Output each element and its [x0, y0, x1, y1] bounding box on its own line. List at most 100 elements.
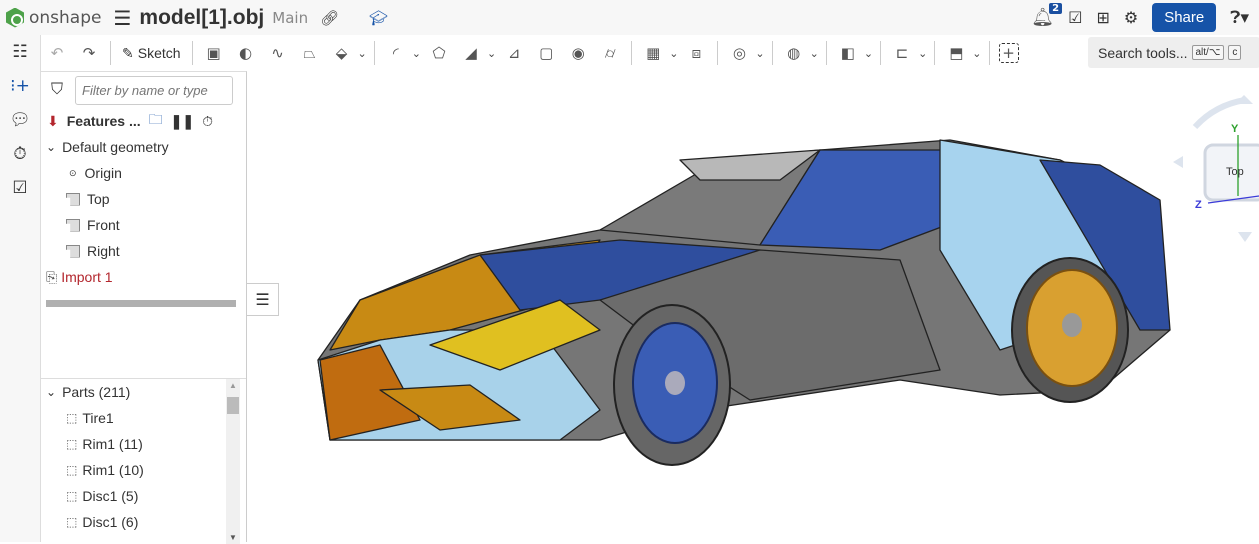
tree-item-front[interactable]: Front [41, 212, 246, 238]
add-custom-feature-icon[interactable]: + [998, 43, 1019, 63]
draft-icon[interactable]: ◢ [459, 41, 483, 65]
chevron-down-icon[interactable]: ⌄ [810, 47, 819, 60]
separator [988, 41, 990, 65]
app-store-icon[interactable]: ⊞ [1096, 8, 1109, 27]
sketch-button[interactable]: ✎ Sketch [116, 45, 187, 62]
thicken-icon[interactable]: ⬙ [330, 41, 354, 65]
search-tools-button[interactable]: Search tools... alt/⌥ c [1088, 37, 1259, 68]
filter-input[interactable] [75, 75, 234, 105]
revolve-icon[interactable]: ◐ [234, 41, 258, 65]
list-item[interactable]: ⬚ Disc1 (6) [41, 509, 246, 535]
tree-item-import[interactable]: ⎘ Import 1 [41, 264, 246, 290]
rib-icon[interactable]: ⊿ [502, 41, 526, 65]
chamfer-icon[interactable]: ⬠ [427, 41, 451, 65]
rollback-error-icon[interactable]: ⬇ [47, 113, 59, 130]
pencil-icon: ✎ [122, 44, 134, 61]
loft-icon[interactable]: ⏢ [298, 41, 322, 65]
tree-item-label: Front [87, 217, 120, 233]
link-icon[interactable]: 🔗︎ [320, 9, 339, 27]
parts-scrollbar[interactable]: ▲ ▼ [226, 379, 240, 544]
checklist-icon[interactable]: ☑ [0, 171, 40, 205]
list-item[interactable]: ⬚ Tire1 [41, 405, 246, 431]
cylinder-icon[interactable]: ⌭ [598, 41, 622, 65]
features-label[interactable]: Features ... [67, 113, 141, 129]
tree-item-right[interactable]: Right [41, 238, 246, 264]
pattern-icon[interactable]: ▦ [641, 41, 665, 65]
shell-icon[interactable]: ▢ [534, 41, 558, 65]
boolean-icon[interactable]: ◎ [727, 41, 751, 65]
front-wheel [613, 304, 731, 466]
plane-icon [66, 218, 80, 232]
ai-assistant-icon[interactable]: ⚙ [1124, 8, 1138, 27]
undo-icon[interactable]: ↶ [45, 41, 69, 65]
stopwatch-icon[interactable]: ⏱︎ [202, 113, 213, 130]
part-label: Rim1 (11) [82, 436, 143, 452]
part-label: Rim1 (10) [82, 462, 144, 478]
3d-viewport[interactable]: Top Y Z [247, 71, 1259, 542]
learning-center-icon[interactable]: 🎓︎ [369, 9, 388, 27]
hole-icon[interactable]: ◉ [566, 41, 590, 65]
part-label: Disc1 (5) [82, 488, 139, 504]
document-title[interactable]: model[1].obj [139, 6, 264, 30]
chevron-down-icon[interactable]: ⌄ [46, 140, 56, 154]
tasks-icon[interactable]: ☑ [1068, 8, 1082, 27]
tree-item-label: Import 1 [61, 269, 113, 285]
separator [373, 41, 375, 65]
transform-icon[interactable]: ◍ [782, 41, 806, 65]
view-cube[interactable]: Top Y Z [1173, 95, 1259, 242]
features-header: ⬇ Features ... 🗀 ❚❚ ⏱︎ [41, 108, 246, 134]
part-label: Tire1 [82, 410, 114, 426]
comments-icon[interactable]: 💬︎ [0, 103, 40, 137]
pause-icon[interactable]: ❚❚ [171, 113, 194, 130]
plane-icon[interactable]: ◧ [836, 41, 860, 65]
list-item[interactable]: ⬚ Rim1 (11) [41, 431, 246, 457]
separator [631, 41, 633, 65]
chevron-down-icon[interactable]: ⌄ [412, 47, 421, 60]
list-item[interactable]: ⬚ Rim1 (10) [41, 457, 246, 483]
chevron-down-icon[interactable]: ⌄ [358, 47, 367, 60]
top-bar: onshape ☰ model[1].obj Main 🔗︎ 🎓︎ 🔔︎ 2 ☑ … [0, 0, 1259, 35]
chevron-down-icon[interactable]: ⌄ [918, 47, 927, 60]
notifications-bell-icon[interactable]: 🔔︎ 2 [1031, 3, 1063, 28]
tree-item-label: Default geometry [62, 139, 169, 155]
list-item[interactable]: ⬚ Disc1 (5) [41, 483, 246, 509]
part-icon: ⬚ [66, 515, 78, 529]
share-button[interactable]: Share [1152, 3, 1217, 32]
z-axis-label: Z [1195, 199, 1202, 211]
chevron-down-icon[interactable]: ⌄ [972, 47, 981, 60]
view-cube-face-label: Top [1226, 166, 1244, 178]
insert-icon[interactable]: ⁝+ [0, 69, 40, 103]
filter-icon[interactable]: ⛉ [51, 81, 63, 99]
parts-header[interactable]: ⌄ Parts (211) [41, 379, 246, 405]
sheet-metal-icon[interactable]: ⊏ [890, 41, 914, 65]
feature-list-icon[interactable]: ☷ [0, 35, 40, 69]
tree-item-top[interactable]: Top [41, 186, 246, 212]
origin-icon: ⊙ [69, 167, 77, 178]
help-icon[interactable]: ❓︎▾ [1230, 8, 1249, 28]
scrollbar-thumb[interactable] [227, 397, 239, 414]
sweep-icon[interactable]: ∿ [266, 41, 290, 65]
chevron-down-icon[interactable]: ⌄ [755, 47, 764, 60]
menu-icon[interactable]: ☰ [113, 6, 131, 30]
chevron-down-icon[interactable]: ⌄ [864, 47, 873, 60]
shortcut-key: c [1228, 45, 1242, 60]
rollback-bar[interactable] [46, 300, 236, 307]
tree-item-origin[interactable]: ⊙ Origin [41, 160, 246, 186]
extrude-icon[interactable]: ▣ [202, 41, 226, 65]
chevron-down-icon[interactable]: ⌄ [46, 385, 56, 399]
mirror-icon[interactable]: ⧈ [684, 41, 708, 65]
chevron-down-icon[interactable]: ⌄ [669, 47, 678, 60]
stopwatch-icon[interactable]: ⏱︎ [0, 137, 40, 171]
branch-label[interactable]: Main [272, 9, 308, 27]
separator [825, 41, 827, 65]
import-icon: ⎘ [46, 268, 58, 285]
surface-icon[interactable]: ⬒ [944, 41, 968, 65]
fillet-icon[interactable]: ◜ [384, 41, 408, 65]
rear-wheel [1011, 257, 1129, 403]
tree-item-label: Origin [84, 165, 122, 181]
add-folder-icon[interactable]: 🗀 [149, 109, 163, 133]
redo-icon[interactable]: ↷ [77, 41, 101, 65]
default-geometry-item[interactable]: ⌄ Default geometry [41, 134, 246, 160]
onshape-logo[interactable]: onshape [6, 7, 101, 28]
chevron-down-icon[interactable]: ⌄ [487, 47, 496, 60]
